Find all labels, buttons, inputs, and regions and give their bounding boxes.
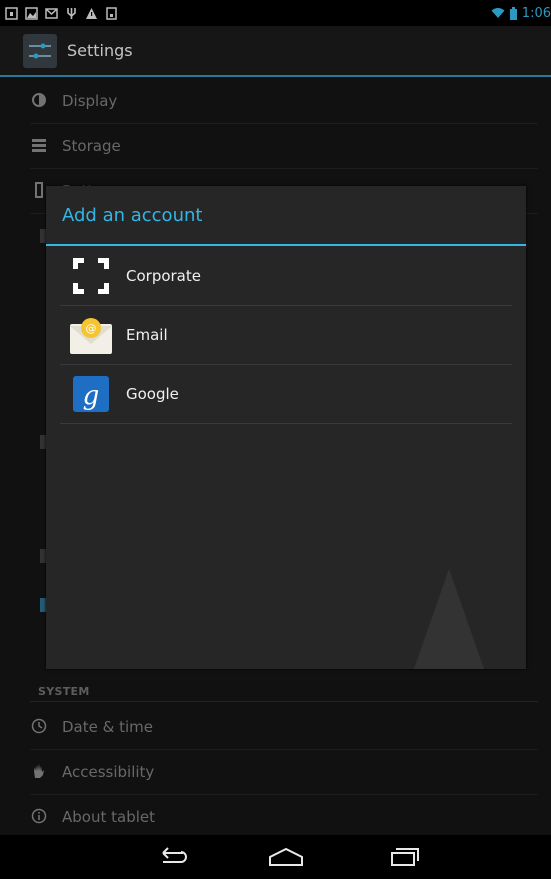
recent-apps-icon[interactable] bbox=[374, 841, 434, 873]
home-icon[interactable] bbox=[256, 841, 316, 873]
google-icon: g bbox=[68, 371, 114, 417]
navigation-bar bbox=[0, 835, 551, 879]
svg-text:g: g bbox=[83, 381, 100, 411]
account-option-label: Google bbox=[126, 385, 179, 403]
account-option-corporate[interactable]: Corporate bbox=[60, 247, 512, 306]
add-account-dialog: Add an account Corporate @ Email g Googl… bbox=[46, 186, 526, 669]
back-icon[interactable] bbox=[141, 841, 201, 873]
dialog-title: Add an account bbox=[46, 186, 526, 246]
watermark-icon bbox=[414, 569, 484, 669]
corporate-icon bbox=[68, 253, 114, 299]
email-icon: @ bbox=[68, 312, 114, 358]
account-option-google[interactable]: g Google bbox=[60, 365, 512, 424]
svg-text:@: @ bbox=[86, 322, 97, 335]
screen: 1:06 Settings Display Storage SYSTEM Dat… bbox=[0, 0, 551, 879]
account-option-email[interactable]: @ Email bbox=[60, 306, 512, 365]
account-option-label: Corporate bbox=[126, 267, 201, 285]
account-option-label: Email bbox=[126, 326, 168, 344]
